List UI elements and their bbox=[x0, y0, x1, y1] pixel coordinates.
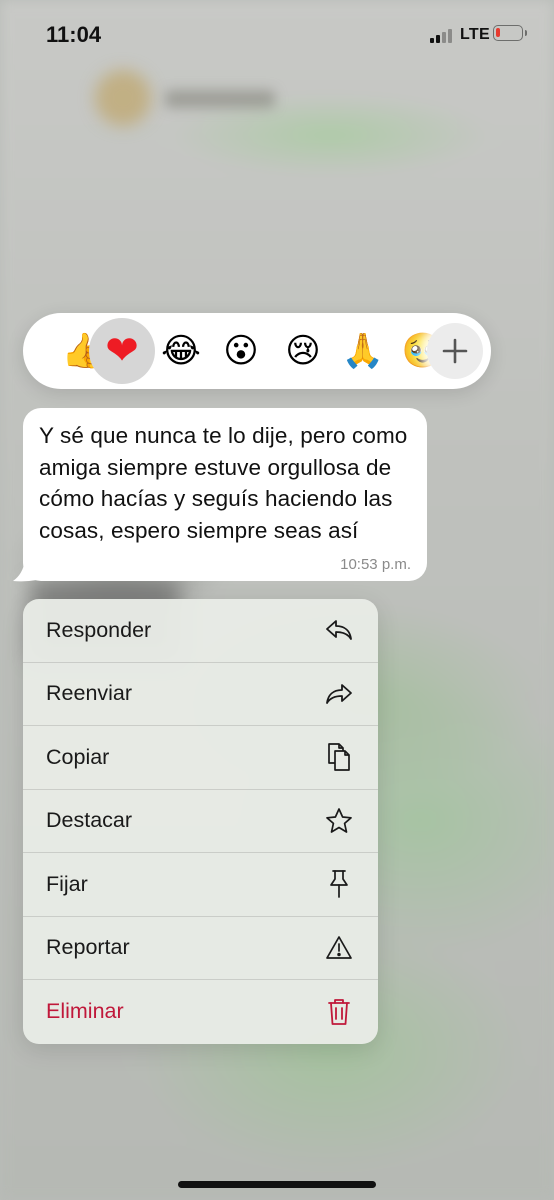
menu-item-responder[interactable]: Responder bbox=[23, 599, 378, 663]
menu-item-copiar[interactable]: Copiar bbox=[23, 726, 378, 790]
plus-icon bbox=[442, 338, 468, 364]
network-type: LTE bbox=[460, 26, 490, 43]
menu-item-fijar[interactable]: Fijar bbox=[23, 853, 378, 917]
star-icon bbox=[324, 806, 354, 836]
home-indicator[interactable] bbox=[178, 1181, 376, 1188]
menu-item-destacar[interactable]: Destacar bbox=[23, 790, 378, 853]
reaction-crying[interactable]: 😢 bbox=[273, 321, 333, 381]
status-time: 11:04 bbox=[46, 22, 102, 47]
menu-item-label: Reportar bbox=[46, 935, 130, 960]
menu-item-eliminar[interactable]: Eliminar bbox=[23, 980, 378, 1044]
reaction-tears-of-joy[interactable]: 😂 bbox=[151, 321, 211, 381]
signal-strength-icon bbox=[430, 27, 452, 43]
reply-icon bbox=[324, 615, 354, 645]
reaction-surprised[interactable]: 😮 bbox=[211, 321, 271, 381]
reaction-red-heart[interactable]: ❤ bbox=[89, 318, 155, 384]
praying-hands-icon: 🙏 bbox=[341, 332, 385, 370]
battery-level bbox=[496, 28, 500, 37]
red-heart-icon: ❤ bbox=[105, 329, 139, 373]
reaction-praying-hands[interactable]: 🙏 bbox=[333, 321, 393, 381]
trash-icon bbox=[324, 997, 354, 1027]
message-bubble[interactable]: Y sé que nunca te lo dije, pero como ami… bbox=[23, 408, 427, 581]
reaction-bar: 👍 ❤ 😂 😮 😢 🙏 🥹 bbox=[23, 313, 491, 389]
menu-item-label: Copiar bbox=[46, 744, 110, 769]
menu-item-label: Fijar bbox=[46, 871, 88, 896]
menu-item-label: Eliminar bbox=[46, 999, 124, 1024]
screen: 11:04 LTE 👍 ❤ 😂 😮 😢 🙏 🥹 Y sé que nunca t… bbox=[0, 0, 554, 1200]
pin-icon bbox=[324, 869, 354, 899]
menu-item-label: Destacar bbox=[46, 808, 133, 833]
menu-item-reportar[interactable]: Reportar bbox=[23, 917, 378, 980]
crying-face-icon: 😢 bbox=[285, 332, 321, 370]
status-bar: 11:04 LTE bbox=[0, 0, 554, 70]
blurred-contact-name bbox=[165, 90, 275, 108]
menu-item-label: Responder bbox=[46, 617, 152, 642]
tears-of-joy-icon: 😂 bbox=[161, 332, 201, 370]
message-context-menu: Responder Reenviar Copiar Destacar Fijar… bbox=[23, 599, 378, 1044]
warning-icon bbox=[324, 933, 354, 963]
add-reaction-button[interactable] bbox=[427, 323, 483, 379]
surprised-face-icon: 😮 bbox=[223, 332, 259, 370]
battery-icon bbox=[493, 25, 527, 41]
message-text: Y sé que nunca te lo dije, pero como ami… bbox=[39, 423, 408, 543]
forward-icon bbox=[324, 679, 354, 709]
menu-item-reenviar[interactable]: Reenviar bbox=[23, 663, 378, 726]
blurred-contact-avatar bbox=[95, 70, 151, 126]
message-timestamp: 10:53 p.m. bbox=[340, 556, 411, 573]
copy-icon bbox=[324, 742, 354, 772]
menu-item-label: Reenviar bbox=[46, 681, 133, 706]
